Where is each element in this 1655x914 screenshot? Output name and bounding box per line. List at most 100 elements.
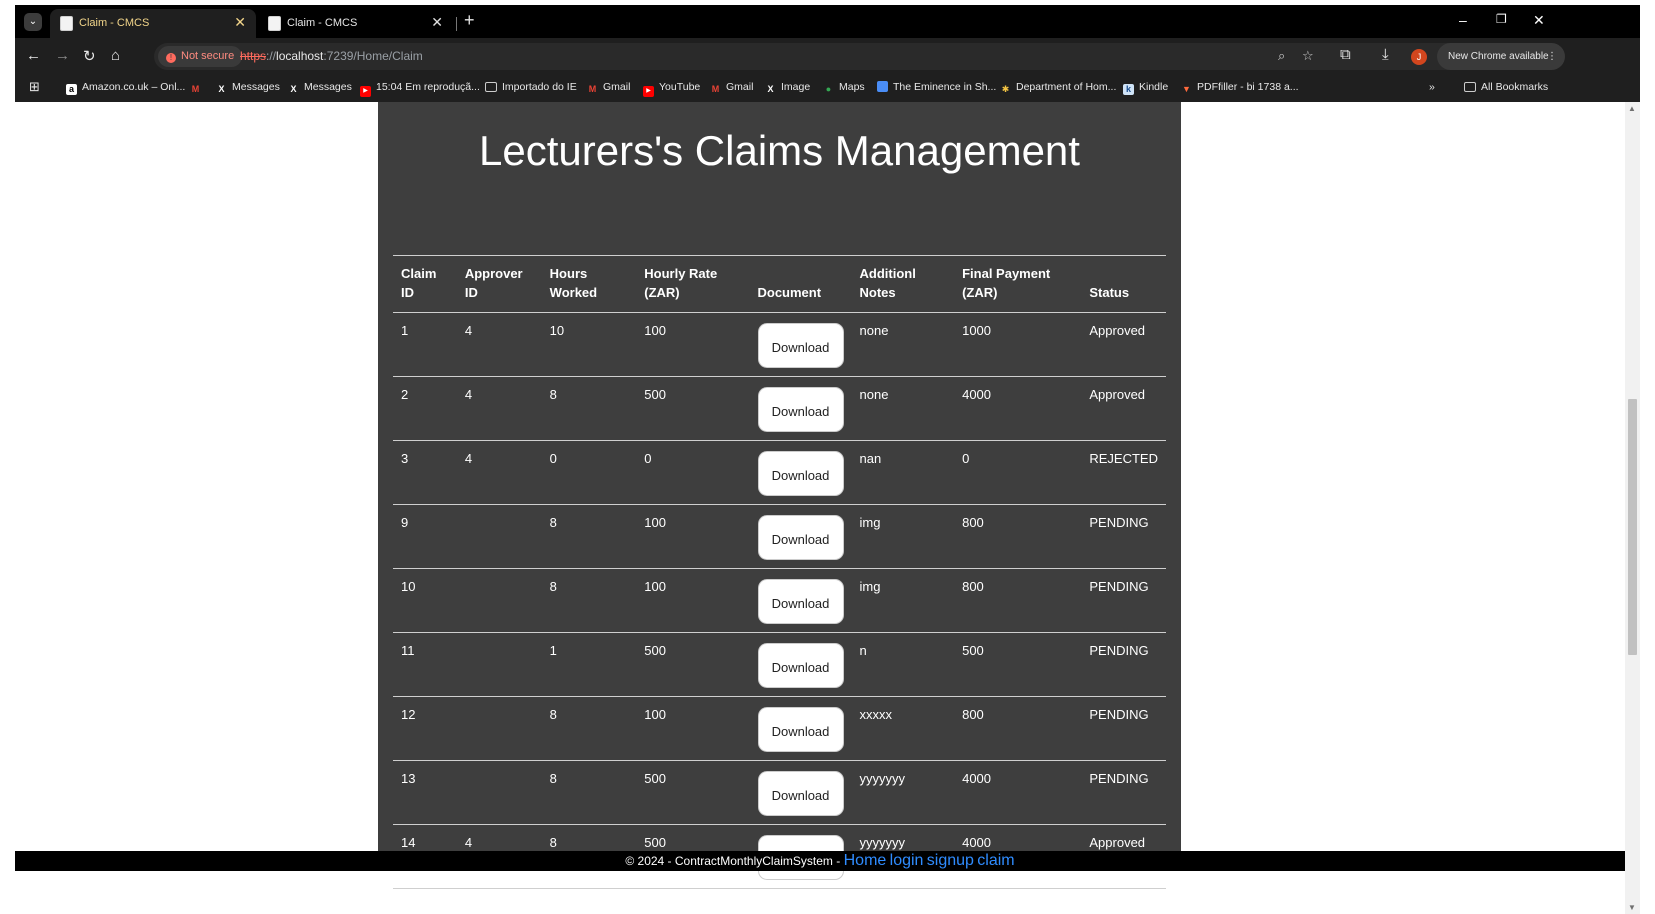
- cell-final-payment: 800: [954, 568, 1082, 633]
- footer-link-login[interactable]: login: [890, 852, 924, 869]
- chrome-update-button[interactable]: New Chrome available ⋮: [1437, 43, 1565, 70]
- cell-hours-worked: 8: [541, 696, 637, 761]
- cell-claim-id: 10: [393, 568, 457, 633]
- bookmark-item[interactable]: X Messages: [216, 81, 280, 95]
- document-icon: [877, 81, 888, 92]
- cell-hours-worked: 8: [541, 760, 637, 825]
- download-button[interactable]: Download: [757, 515, 844, 560]
- footer-link-claim[interactable]: claim: [977, 852, 1014, 869]
- url-host: localhost: [276, 49, 324, 63]
- bookmark-item[interactable]: The Eminence in Sh...: [877, 81, 996, 93]
- warning-icon: !: [166, 53, 176, 63]
- url-separator: ://: [266, 49, 277, 63]
- page-icon: [268, 16, 281, 31]
- bookmark-star-icon[interactable]: ☆: [1302, 48, 1314, 64]
- bookmark-label: Messages: [304, 81, 352, 93]
- page-viewport: Lecturers's Claims Management Claim ID A…: [15, 102, 1640, 914]
- cell-final-payment: 500: [954, 632, 1082, 697]
- cell-hourly-rate: 100: [636, 504, 750, 569]
- restore-icon[interactable]: ❐: [1496, 12, 1507, 26]
- download-icon[interactable]: ⤓: [1382, 46, 1389, 63]
- cell-claim-id: 1: [393, 312, 457, 377]
- claims-table: Claim ID Approver ID Hours Worked Hourly…: [393, 255, 1166, 889]
- window-close-icon[interactable]: ✕: [1533, 12, 1545, 29]
- cell-approver-id: 4: [456, 376, 542, 441]
- cell-claim-id: 13: [393, 760, 457, 825]
- cell-approver-id: [456, 504, 542, 569]
- profile-avatar[interactable]: J: [1411, 49, 1427, 65]
- page-icon: [60, 16, 73, 31]
- forward-icon[interactable]: →: [55, 47, 70, 64]
- bookmark-item[interactable]: ● Maps: [823, 81, 865, 95]
- download-button[interactable]: Download: [757, 387, 844, 432]
- bookmark-item[interactable]: X Messages: [288, 81, 352, 95]
- bookmark-item[interactable]: ✱ Department of Hom...: [1000, 81, 1117, 95]
- cell-document: Download: [749, 760, 852, 825]
- bookmark-item[interactable]: k Kindle: [1123, 81, 1168, 95]
- address-bar[interactable]: ! Not secure https://localhost:7239/Home/…: [154, 43, 1514, 70]
- x-icon: X: [290, 84, 297, 94]
- footer-link-signup[interactable]: signup: [927, 852, 974, 869]
- close-tab-icon[interactable]: ✕: [234, 14, 246, 31]
- home-icon[interactable]: ⌂: [111, 47, 120, 64]
- cell-approver-id: [456, 632, 542, 697]
- bookmark-item[interactable]: ▼ PDFfiller - bi 1738 a...: [1181, 81, 1299, 95]
- bookmark-item[interactable]: Importado do IE: [485, 81, 577, 93]
- bookmarks-bar: ⊞ a Amazon.co.uk – Onl... M X Messages X Me…: [15, 75, 1640, 103]
- url-text[interactable]: https://localhost:7239/Home/Claim: [240, 49, 423, 63]
- bookmarks-overflow-icon[interactable]: »: [1429, 81, 1435, 93]
- zoom-icon[interactable]: ⌕: [1278, 48, 1285, 64]
- footer-link-home[interactable]: Home: [844, 852, 887, 869]
- bookmark-item[interactable]: M Gmail: [710, 81, 754, 95]
- download-button[interactable]: Download: [757, 643, 844, 688]
- extensions-icon[interactable]: ⧉: [1340, 46, 1351, 63]
- scrollbar-thumb[interactable]: [1628, 399, 1637, 655]
- cell-status: PENDING: [1081, 632, 1166, 697]
- tab-inactive[interactable]: Claim - CMCS ✕: [258, 9, 453, 38]
- tab-search-chevron-icon[interactable]: ⌄: [24, 13, 42, 31]
- reload-icon[interactable]: ↻: [83, 47, 96, 65]
- back-icon[interactable]: ←: [26, 47, 41, 64]
- security-chip[interactable]: ! Not secure: [158, 46, 243, 67]
- table-row: 2 4 8 500 Download none 4000 Approved: [393, 376, 1166, 441]
- cell-hourly-rate: 100: [636, 696, 750, 761]
- bookmark-item[interactable]: M: [190, 81, 206, 95]
- all-bookmarks-button[interactable]: All Bookmarks: [1464, 81, 1548, 93]
- table-row: 10 8 100 Download img 800 PENDING: [393, 568, 1166, 633]
- scroll-up-icon[interactable]: ▲: [1628, 104, 1636, 113]
- download-button[interactable]: Download: [757, 451, 844, 496]
- bookmark-label: Messages: [232, 81, 280, 93]
- download-button[interactable]: Download: [757, 707, 844, 752]
- download-button[interactable]: Download: [757, 579, 844, 624]
- download-button[interactable]: Download: [757, 771, 844, 816]
- cell-notes: xxxxx: [851, 696, 955, 761]
- cell-status: PENDING: [1081, 696, 1166, 761]
- tab-active[interactable]: Claim - CMCS ✕: [50, 9, 256, 38]
- cell-claim-id: 11: [393, 632, 457, 697]
- table-row: 9 8 100 Download img 800 PENDING: [393, 504, 1166, 569]
- close-tab-icon[interactable]: ✕: [431, 14, 443, 31]
- bookmark-item[interactable]: ▶ 15:04 Em reproduçã...: [360, 81, 480, 97]
- cell-document: Download: [749, 376, 852, 441]
- bookmark-item[interactable]: M Gmail: [587, 81, 631, 95]
- bookmark-item[interactable]: X Image: [765, 81, 810, 95]
- scroll-down-icon[interactable]: ▼: [1628, 903, 1636, 912]
- apps-grid-icon[interactable]: ⊞: [29, 79, 40, 95]
- cell-notes: yyyyyyy: [851, 760, 955, 825]
- folder-icon: [485, 82, 497, 92]
- page-title: Lecturers's Claims Management: [479, 127, 1080, 174]
- outer-left-margin: [0, 0, 15, 914]
- tab-strip: ⌄ Claim - CMCS ✕ Claim - CMCS ✕ + – ❐ ✕: [15, 5, 1640, 38]
- table-row: 1 4 10 100 Download none 1000 Approved: [393, 312, 1166, 377]
- new-tab-icon[interactable]: +: [464, 10, 475, 31]
- minimize-icon[interactable]: –: [1459, 12, 1467, 28]
- bookmark-label: Image: [781, 81, 811, 93]
- bookmark-item[interactable]: a Amazon.co.uk – Onl...: [66, 81, 185, 95]
- bookmark-item[interactable]: ▶ YouTube: [643, 81, 700, 97]
- vertical-scrollbar[interactable]: ▲ ▼: [1625, 102, 1640, 914]
- download-button[interactable]: Download: [757, 323, 844, 368]
- cell-notes: none: [851, 312, 955, 377]
- bookmark-label: 15:04 Em reproduçã...: [376, 81, 480, 93]
- claims-table-body: 1 4 10 100 Download none 1000 Approved 2 4 8 500 Dow…: [393, 312, 1166, 889]
- bookmark-label: Gmail: [726, 81, 754, 93]
